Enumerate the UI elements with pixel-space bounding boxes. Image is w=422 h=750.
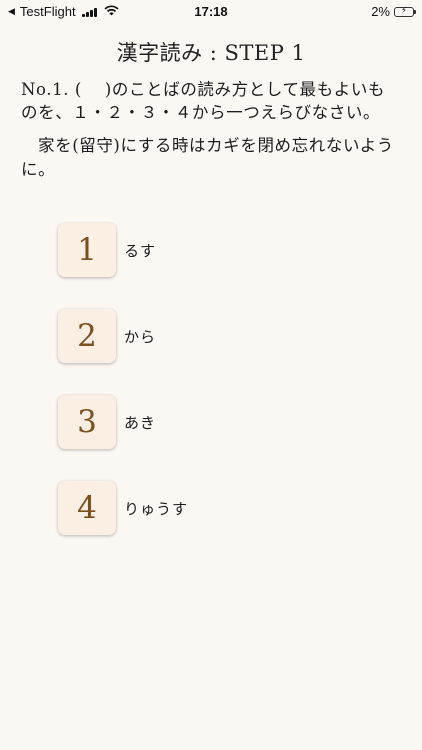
battery-percent: 2% — [371, 4, 390, 19]
question-sentence: 家を(留守)にする時はカギを閉め忘れないように。 — [21, 136, 394, 179]
choice-number-button[interactable]: 2 — [58, 309, 116, 363]
choice-label: りゅうす — [124, 499, 189, 518]
status-right: 2% ⚡ — [371, 4, 416, 19]
choice-label: から — [124, 327, 157, 346]
battery-icon: ⚡ — [394, 4, 416, 17]
answer-choice-3[interactable]: 3 あき — [58, 394, 388, 450]
choice-label: るす — [124, 241, 157, 260]
answer-choice-4[interactable]: 4 りゅうす — [58, 480, 388, 536]
status-time: 17:18 — [194, 4, 228, 19]
choice-label: あき — [124, 413, 157, 432]
status-bar: ◀ TestFlight 17:18 2% ⚡ — [0, 0, 422, 22]
choice-number-button[interactable]: 3 — [58, 395, 116, 449]
question-instruction: No.1. ( )のことばの読み方として最もよいものを、１・２・３・４から一つえ… — [21, 80, 386, 122]
answer-choice-2[interactable]: 2 から — [58, 308, 388, 364]
choice-number-button[interactable]: 4 — [58, 481, 116, 535]
choice-number-button[interactable]: 1 — [58, 223, 116, 277]
charging-bolt-icon: ⚡ — [400, 4, 408, 15]
answer-choice-1[interactable]: 1 るす — [58, 222, 388, 278]
page-title: 漢字読み : STEP 1 — [116, 41, 306, 65]
